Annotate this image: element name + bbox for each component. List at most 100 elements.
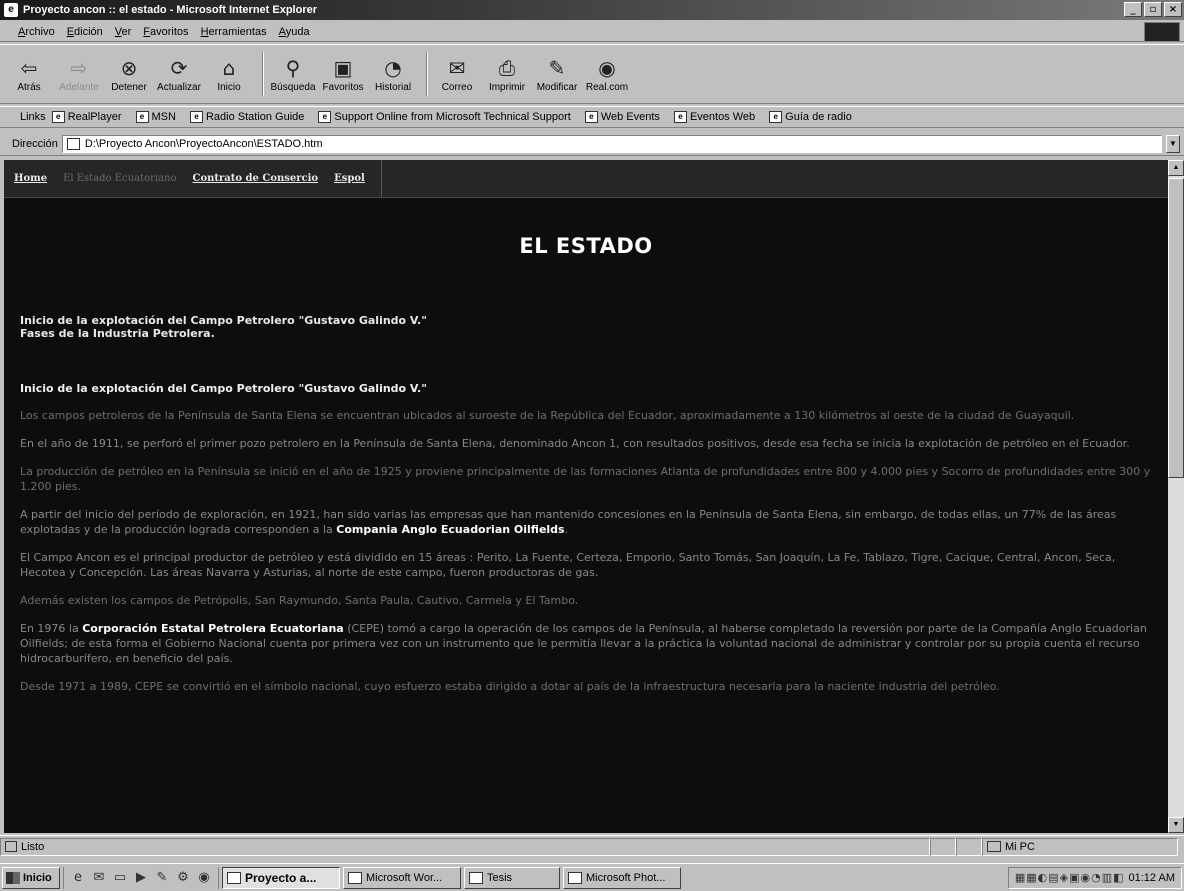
scroll-up-button[interactable]: ▲: [1168, 160, 1184, 176]
taskbar: Inicio e ✉ ▭ ▶ ✎ ⚙ ◉ Proyecto a... Micro…: [0, 863, 1184, 891]
forward-button[interactable]: ⇨ Adelante: [56, 48, 102, 100]
print-icon: ⎙: [499, 55, 515, 80]
forward-arrow-icon: ⇨: [70, 55, 88, 80]
title-bar[interactable]: e Proyecto ancon :: el estado - Microsof…: [0, 0, 1184, 20]
standard-toolbar: ⇦ Atrás ⇨ Adelante ⊗ Detener ⟳ Actualizar ⌂ I…: [0, 44, 1184, 104]
stop-icon: ⊗: [120, 55, 138, 80]
real-com-button[interactable]: ◉ Real.com: [584, 48, 630, 100]
mail-icon: ✉: [448, 55, 466, 80]
task-microsoft-word[interactable]: Microsoft Wor...: [343, 866, 461, 889]
favorites-button[interactable]: ▣ Favoritos: [320, 48, 366, 100]
outlook-quicklaunch-icon[interactable]: ✉: [91, 870, 107, 886]
page-icon: e: [135, 111, 149, 123]
page-icon: e: [584, 111, 598, 123]
menu-ayuda[interactable]: Ayuda: [279, 26, 310, 38]
page-icon: e: [318, 111, 332, 123]
article-body: Los campos petroleros de la Península de…: [20, 408, 1160, 694]
nav-home-link[interactable]: Home: [14, 173, 47, 184]
menu-ver[interactable]: Ver: [115, 26, 132, 38]
media-quicklaunch-icon[interactable]: ▶: [133, 870, 149, 886]
nav-estado-ecuatoriano-link[interactable]: El Estado Ecuatoriano: [63, 173, 176, 184]
status-empty-cell: [956, 837, 982, 856]
search-icon: ⚲: [285, 55, 301, 80]
tray-icons[interactable]: ▦▦◐▤◈▣◉◔▥◧: [1015, 871, 1125, 884]
toolbar-separator: [262, 52, 264, 96]
nav-divider: [380, 160, 382, 198]
print-button[interactable]: ⎙ Imprimir: [484, 48, 530, 100]
paragraph: Además existen los campos de Petrópolis,…: [20, 594, 579, 607]
task-proyecto-ancon[interactable]: Proyecto a...: [222, 866, 340, 889]
app-quicklaunch-icon[interactable]: ⚙: [175, 870, 191, 886]
address-value: D:\Proyecto Ancon\ProyectoAncon\ESTADO.h…: [84, 137, 323, 150]
nav-contrato-link[interactable]: Contrato de Consercio: [193, 173, 319, 184]
page-title: EL ESTADO: [519, 234, 653, 258]
page-icon: [66, 137, 80, 150]
menu-herramientas[interactable]: Herramientas: [201, 26, 267, 38]
refresh-button[interactable]: ⟳ Actualizar: [156, 48, 202, 100]
menu-favoritos[interactable]: Favoritos: [143, 26, 188, 38]
link-eventos-web[interactable]: e Eventos Web: [673, 111, 755, 123]
nav-espol-link[interactable]: Espol: [334, 173, 365, 184]
status-empty-cell: [930, 837, 956, 856]
scroll-down-button[interactable]: ▼: [1168, 817, 1184, 833]
back-button[interactable]: ⇦ Atrás: [6, 48, 52, 100]
real-quicklaunch-icon[interactable]: ◉: [196, 870, 212, 886]
computer-icon: [987, 841, 1001, 852]
links-label: Links: [20, 111, 46, 123]
status-zone-cell: Mi PC: [982, 837, 1178, 856]
menu-bar: Archivo Edición Ver Favoritos Herramient…: [0, 22, 1184, 42]
home-button[interactable]: ⌂ Inicio: [206, 48, 252, 100]
status-bar: Listo Mi PC: [0, 835, 1184, 857]
history-button[interactable]: ◔ Historial: [370, 48, 416, 100]
address-label: Dirección: [12, 137, 58, 150]
browser-window: e Proyecto ancon :: el estado - Microsof…: [0, 0, 1184, 863]
link-web-events[interactable]: e Web Events: [584, 111, 660, 123]
ie-quicklaunch-icon[interactable]: e: [70, 870, 86, 886]
page-icon: e: [769, 111, 783, 123]
menu-edicion[interactable]: Edición: [67, 26, 103, 38]
task-microsoft-photo[interactable]: Microsoft Phot...: [563, 866, 681, 889]
mail-button[interactable]: ✉ Correo: [434, 48, 480, 100]
link-realplayer[interactable]: e RealPlayer: [51, 111, 122, 123]
window-controls: _ ▫ ×: [1124, 2, 1182, 17]
edit-button[interactable]: ✎ Modificar: [534, 48, 580, 100]
ie-logo-icon: e: [4, 3, 18, 17]
start-button[interactable]: Inicio: [2, 866, 60, 889]
menu-archivo[interactable]: Archivo: [18, 26, 55, 38]
maximize-button[interactable]: ▫: [1144, 2, 1162, 17]
paragraph: El Campo Ancon es el principal productor…: [20, 551, 1116, 579]
scroll-thumb[interactable]: [1168, 178, 1184, 478]
page-content: Home El Estado Ecuatoriano Contrato de C…: [4, 160, 1168, 833]
minimize-button[interactable]: _: [1124, 2, 1142, 17]
pencil-quicklaunch-icon[interactable]: ✎: [154, 870, 170, 886]
address-input[interactable]: D:\Proyecto Ancon\ProyectoAncon\ESTADO.h…: [61, 134, 1162, 153]
paragraph: Desde 1971 a 1989, CEPE se convirtió en …: [20, 680, 1000, 693]
favorites-icon: ▣: [333, 55, 353, 80]
section-heading: Inicio de la explotación del Campo Petro…: [20, 382, 427, 395]
system-tray: ▦▦◐▤◈▣◉◔▥◧ 01:12 AM: [1007, 866, 1182, 889]
corporation-name: Corporación Estatal Petrolera Ecuatorian…: [82, 622, 344, 635]
link-guia-de-radio[interactable]: e Guía de radio: [769, 111, 852, 123]
windows-logo-throbber: [1144, 22, 1180, 42]
ie-task-icon: [227, 871, 241, 884]
real-icon: ◉: [598, 55, 616, 80]
link-radio-station-guide[interactable]: e Radio Station Guide: [189, 111, 304, 123]
toc-link-fases[interactable]: Fases de la Industria Petrolera.: [20, 327, 1168, 340]
search-button[interactable]: ⚲ Búsqueda: [270, 48, 316, 100]
window-title: Proyecto ancon :: el estado - Microsoft …: [23, 4, 317, 16]
address-dropdown-button[interactable]: ▼: [1166, 134, 1180, 153]
windows-flag-icon: [6, 871, 20, 884]
link-support-online[interactable]: e Support Online from Microsoft Technical…: [318, 111, 571, 123]
close-button[interactable]: ×: [1164, 2, 1182, 17]
vertical-scrollbar[interactable]: ▲ ▼: [1168, 160, 1184, 833]
toc-link-inicio[interactable]: Inicio de la explotación del Campo Petro…: [20, 314, 1168, 327]
desktop-quicklaunch-icon[interactable]: ▭: [112, 870, 128, 886]
task-tesis[interactable]: Tesis: [464, 866, 560, 889]
word-task-icon: [348, 871, 362, 884]
edit-icon: ✎: [548, 55, 566, 80]
stop-button[interactable]: ⊗ Detener: [106, 48, 152, 100]
status-text: Listo: [21, 840, 45, 853]
link-msn[interactable]: e MSN: [135, 111, 176, 123]
paragraph: Los campos petroleros de la Península de…: [20, 409, 1075, 422]
paragraph: En 1976 la Corporación Estatal Petrolera…: [20, 622, 1147, 665]
